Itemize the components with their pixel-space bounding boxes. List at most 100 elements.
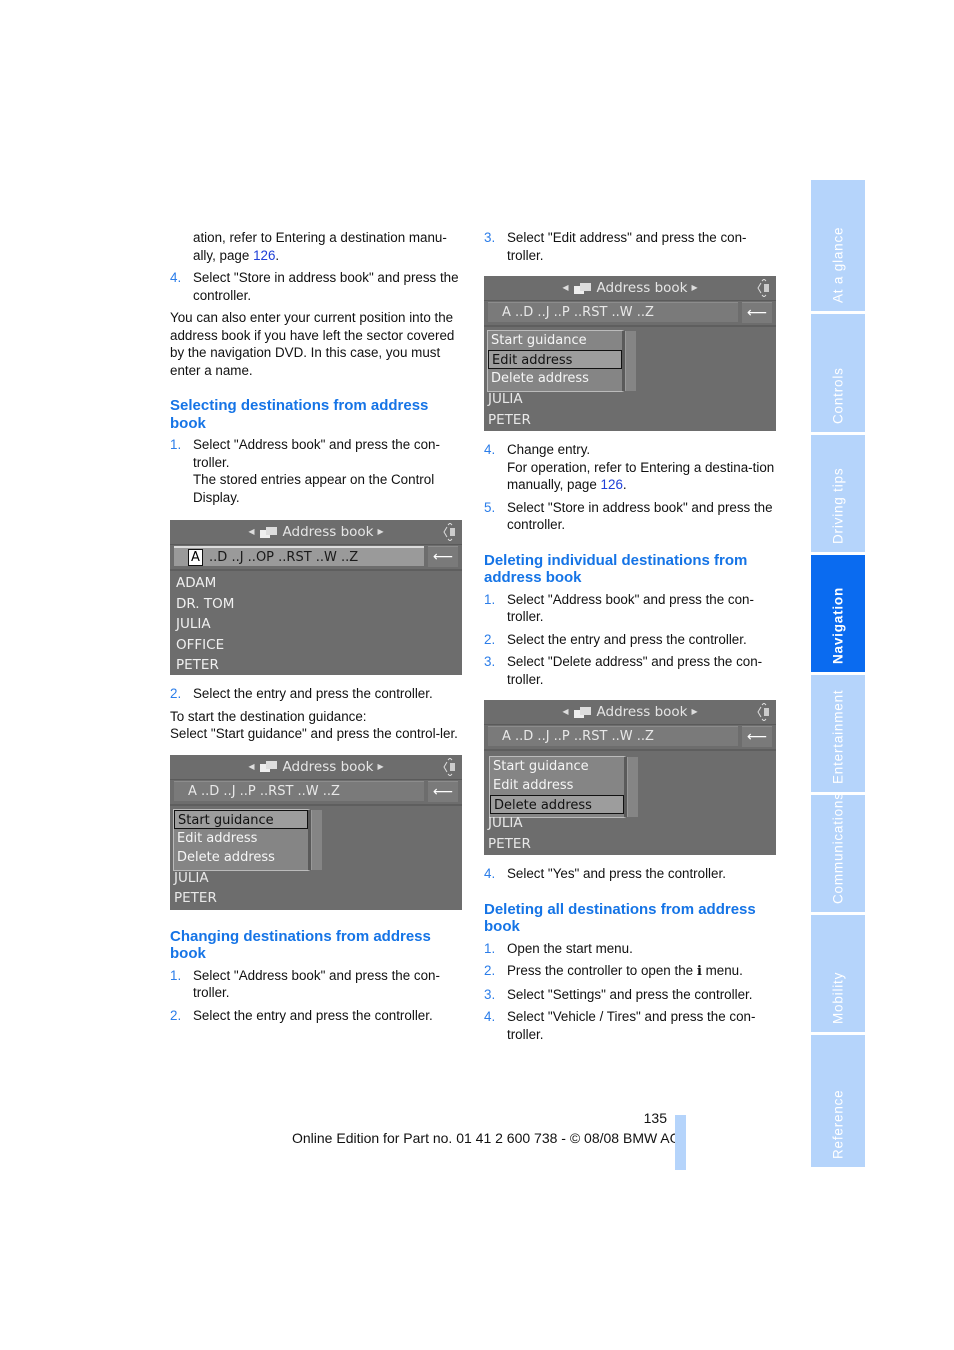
menu-item-delete-address[interactable]: Delete address [490, 795, 624, 814]
address-book-icon [259, 526, 277, 538]
divider [484, 749, 776, 751]
section-heading-deleting-individual: Deleting individual destinations from ad… [484, 551, 748, 587]
paragraph: You can also enter your current position… [170, 310, 455, 378]
right-arrow-icon: ▶ [691, 283, 698, 292]
control-display-screenshot-start-guidance: ◀ Address book ▶ A ..D ..J ..P ..RST ..W .… [170, 754, 462, 910]
left-column: ation, refer to Entering a destination m… [170, 229, 462, 1029]
list-item[interactable]: PETER [488, 410, 531, 431]
page-link-126[interactable]: 126 [601, 477, 623, 492]
step-5: 5. Select "Store in address book" and pre… [484, 499, 773, 533]
alphabet-selector[interactable]: A ..D ..J ..P ..RST ..W ..Z [488, 726, 738, 746]
list-item[interactable]: JULIA [176, 614, 234, 635]
step-number: 1. [484, 940, 496, 956]
back-arrow-icon[interactable]: ⟵ [428, 780, 458, 802]
step-number: 4. [484, 866, 496, 881]
list-item[interactable]: JULIA [488, 389, 531, 410]
menu-item-start-guidance[interactable]: Start guidance [488, 331, 622, 350]
step-number: 1. [170, 437, 182, 452]
tab-controls[interactable]: Controls [811, 314, 865, 432]
screen-title: Address book [282, 524, 374, 540]
scrollbar[interactable] [625, 331, 636, 391]
alphabet-selector[interactable]: A ..D ..J ..P ..RST ..W ..Z [488, 302, 738, 322]
screen-title: Address book [596, 280, 688, 296]
context-menu: Start guidance Edit address Delete addre… [489, 756, 638, 818]
address-list: JULIA PETER [488, 389, 531, 430]
step-4: 4. Select "Store in address book" and pre… [170, 270, 459, 303]
menu-item-delete-address[interactable]: Delete address [488, 369, 622, 388]
step-number: 3. [484, 654, 496, 669]
right-arrow-icon: ▶ [691, 707, 698, 716]
screen-title: Address book [596, 704, 688, 720]
tab-entertainment[interactable]: Entertainment [811, 675, 865, 792]
address-book-icon [573, 706, 591, 718]
alphabet-selector[interactable]: A ..D ..J ..OP ..RST ..W ..Z [174, 546, 424, 566]
context-menu: Start guidance Edit address Delete addre… [487, 330, 636, 392]
address-list: JULIA PETER [174, 868, 217, 909]
left-arrow-icon: ◀ [562, 283, 569, 292]
list-item[interactable]: PETER [174, 888, 217, 909]
menu-item-edit-address[interactable]: Edit address [490, 776, 624, 795]
scrollbar[interactable] [627, 757, 638, 817]
menu-item-edit-address[interactable]: Edit address [174, 829, 308, 848]
section-heading-deleting-all: Deleting all destinations from address b… [484, 900, 756, 936]
step-number: 4. [170, 270, 182, 285]
page-number: 135 [643, 1110, 667, 1126]
page-link-126[interactable]: 126 [253, 248, 275, 263]
step-3: 3. Select "Edit address" and press the co… [484, 230, 747, 263]
menu-item-edit-address[interactable]: Edit address [488, 350, 622, 369]
menu-item-delete-address[interactable]: Delete address [174, 848, 308, 867]
step-1: 1. Select "Address book" and press the co… [170, 967, 440, 1001]
step-2: 2. Press the controller to open the i men… [484, 963, 743, 979]
screen-header: ◀ Address book ▶ [484, 276, 776, 301]
step-3: 3. Select "Settings" and press the contro… [484, 986, 753, 1002]
back-arrow-icon[interactable]: ⟵ [742, 726, 772, 747]
controller-icon [443, 757, 455, 776]
back-arrow-icon[interactable]: ⟵ [742, 302, 772, 323]
menu-item-start-guidance[interactable]: Start guidance [174, 809, 308, 829]
screen-title: Address book [282, 758, 374, 775]
tab-mobility[interactable]: Mobility [811, 915, 865, 1032]
list-item[interactable]: JULIA [174, 868, 217, 889]
section-heading-changing: Changing destinations from address book [170, 927, 431, 963]
tab-driving-tips[interactable]: Driving tips [811, 435, 865, 552]
step-4: 4. Change entry. For operation, refer to E… [484, 442, 775, 492]
tab-reference[interactable]: Reference [811, 1035, 865, 1167]
controller-icon [443, 523, 455, 541]
footer-edition: Online Edition for Part no. 01 41 2 600 … [292, 1130, 681, 1146]
divider [170, 803, 462, 806]
section-heading-selecting: Selecting destinations from address book [170, 397, 429, 432]
left-arrow-icon: ◀ [562, 707, 569, 716]
context-menu: Start guidance Edit address Delete addre… [173, 808, 322, 871]
continued-step-text: ation, refer to Entering a destination m… [193, 230, 447, 263]
screen-header: ◀ Address book ▶ [170, 755, 462, 780]
list-item[interactable]: PETER [488, 834, 531, 855]
address-list: ADAM DR. TOM JULIA OFFICE PETER [176, 573, 234, 675]
right-column: 3. Select "Edit address" and press the co… [484, 229, 776, 1048]
list-item[interactable]: JULIA [488, 813, 531, 834]
control-display-screenshot-entries: ◀ Address book ▶ A ..D ..J ..OP ..RST ..W … [170, 520, 462, 675]
list-item[interactable]: OFFICE [176, 635, 234, 656]
tab-communications[interactable]: Communications [811, 792, 865, 912]
alphabet-cursor: A [188, 549, 203, 566]
step-number: 2. [484, 963, 496, 978]
control-display-screenshot-edit-address: ◀ Address book ▶ A ..D ..J ..P ..RST ..W .… [484, 276, 776, 431]
list-item[interactable]: PETER [176, 655, 234, 675]
menu-item-start-guidance[interactable]: Start guidance [490, 757, 624, 776]
controller-icon [757, 279, 769, 297]
list-item[interactable]: ADAM [176, 573, 234, 594]
right-arrow-icon: ▶ [377, 527, 384, 536]
step-2: 2. Select the entry and press the control… [170, 1007, 433, 1023]
back-arrow-icon[interactable]: ⟵ [428, 546, 458, 567]
scrollbar[interactable] [311, 809, 322, 870]
step-number: 4. [484, 442, 496, 457]
control-display-screenshot-delete-address: ◀ Address book ▶ A ..D ..J ..P ..RST ..W .… [484, 700, 776, 855]
step-4: 4. Select "Yes" and press the controller. [484, 866, 726, 881]
tab-at-a-glance[interactable]: At a glance [811, 180, 865, 311]
step-4: 4. Select "Vehicle / Tires" and press the… [484, 1009, 756, 1042]
step-number: 1. [484, 591, 496, 607]
alphabet-selector[interactable]: A ..D ..J ..P ..RST ..W ..Z [174, 780, 424, 801]
step-number: 1. [170, 967, 182, 983]
tab-navigation[interactable]: Navigation [811, 555, 865, 672]
list-item[interactable]: DR. TOM [176, 594, 234, 615]
step-number: 3. [484, 230, 496, 245]
